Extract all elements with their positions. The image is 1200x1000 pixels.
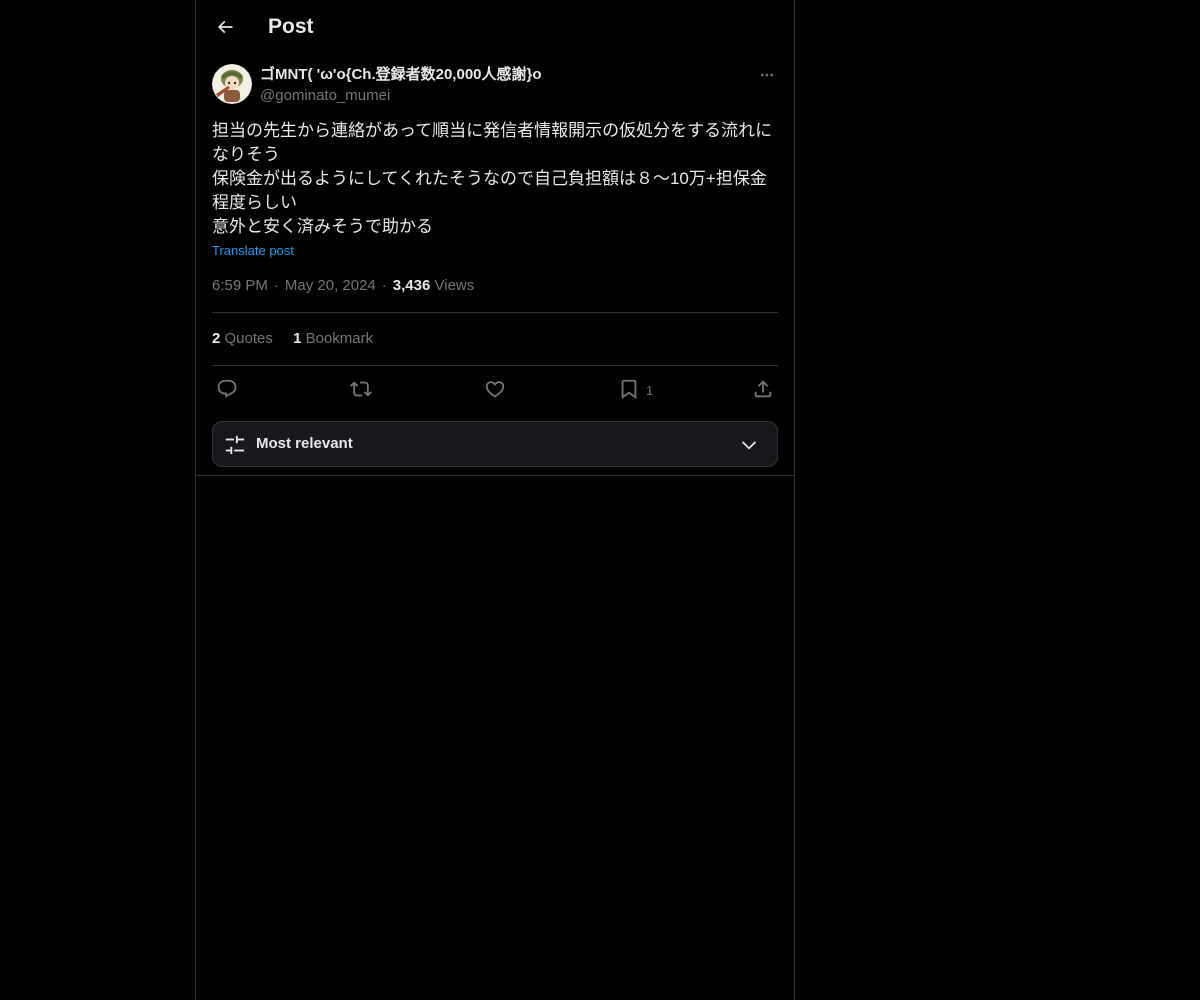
divider <box>212 312 778 313</box>
post-time[interactable]: 6:59 PM <box>212 277 268 294</box>
post-stats: 2 Quotes 1 Bookmark <box>212 329 389 349</box>
avatar-image <box>212 64 252 104</box>
divider <box>196 475 794 476</box>
post-text-line: 保険金が出るようにしてくれたそうなので自己負担額は８〜10万+担保金程度らしい <box>212 169 767 212</box>
author-name[interactable]: ゴMNT( 'ω'o{Ch.登録者数20,000人感謝}o <box>260 65 542 85</box>
page-header: Post <box>196 0 794 54</box>
author-handle[interactable]: @gominato_mumei <box>260 86 390 106</box>
more-horizontal-icon <box>761 73 773 77</box>
post-text-line: 担当の先生から連絡があって順当に発信者情報開示の仮処分をする流れになりそう <box>212 121 773 164</box>
sort-label: Most relevant <box>256 435 353 452</box>
divider <box>212 365 778 366</box>
views-count: 3,436 <box>392 277 431 294</box>
more-options-button[interactable] <box>756 64 778 86</box>
post-date[interactable]: May 20, 2024 <box>285 277 376 294</box>
page-title: Post <box>268 15 314 38</box>
sort-replies-dropdown[interactable]: Most relevant <box>212 421 778 467</box>
bookmarks-stat[interactable]: 1 Bookmark <box>293 330 373 347</box>
like-button[interactable] <box>484 375 506 403</box>
heart-icon <box>485 381 505 398</box>
action-bar: 1 <box>212 375 778 403</box>
bookmark-button[interactable]: 1 <box>618 375 653 403</box>
chevron-down-icon <box>741 441 757 450</box>
repost-button[interactable] <box>350 375 372 403</box>
back-button[interactable] <box>207 9 243 45</box>
avatar[interactable] <box>212 64 252 104</box>
quotes-count: 2 <box>212 330 221 347</box>
reply-button[interactable] <box>216 375 238 403</box>
views-label: Views <box>434 277 475 294</box>
primary-column: Post ゴMNT( 'ω'o{Ch.登録者数20,000人感謝}o @gomi… <box>195 0 795 1000</box>
bookmarks-label: Bookmark <box>305 330 374 347</box>
post-text-line: 意外と安く済みそうで助かる <box>212 217 433 236</box>
repost-icon <box>350 381 372 397</box>
bookmarks-count: 1 <box>293 330 302 347</box>
post-meta: 6:59 PM · May 20, 2024 · 3,436 Views <box>212 277 475 294</box>
share-button[interactable] <box>752 375 774 403</box>
quotes-label: Quotes <box>224 330 273 347</box>
post-text: 担当の先生から連絡があって順当に発信者情報開示の仮処分をする流れになりそう 保険… <box>212 119 778 239</box>
bookmark-count: 1 <box>646 382 654 398</box>
arrow-left-icon <box>217 20 233 34</box>
quotes-stat[interactable]: 2 Quotes <box>212 330 273 347</box>
share-icon <box>754 380 772 398</box>
bookmark-icon <box>621 379 637 400</box>
translate-post-link[interactable]: Translate post <box>212 242 294 260</box>
reply-icon <box>217 379 237 398</box>
sliders-icon <box>225 435 245 455</box>
